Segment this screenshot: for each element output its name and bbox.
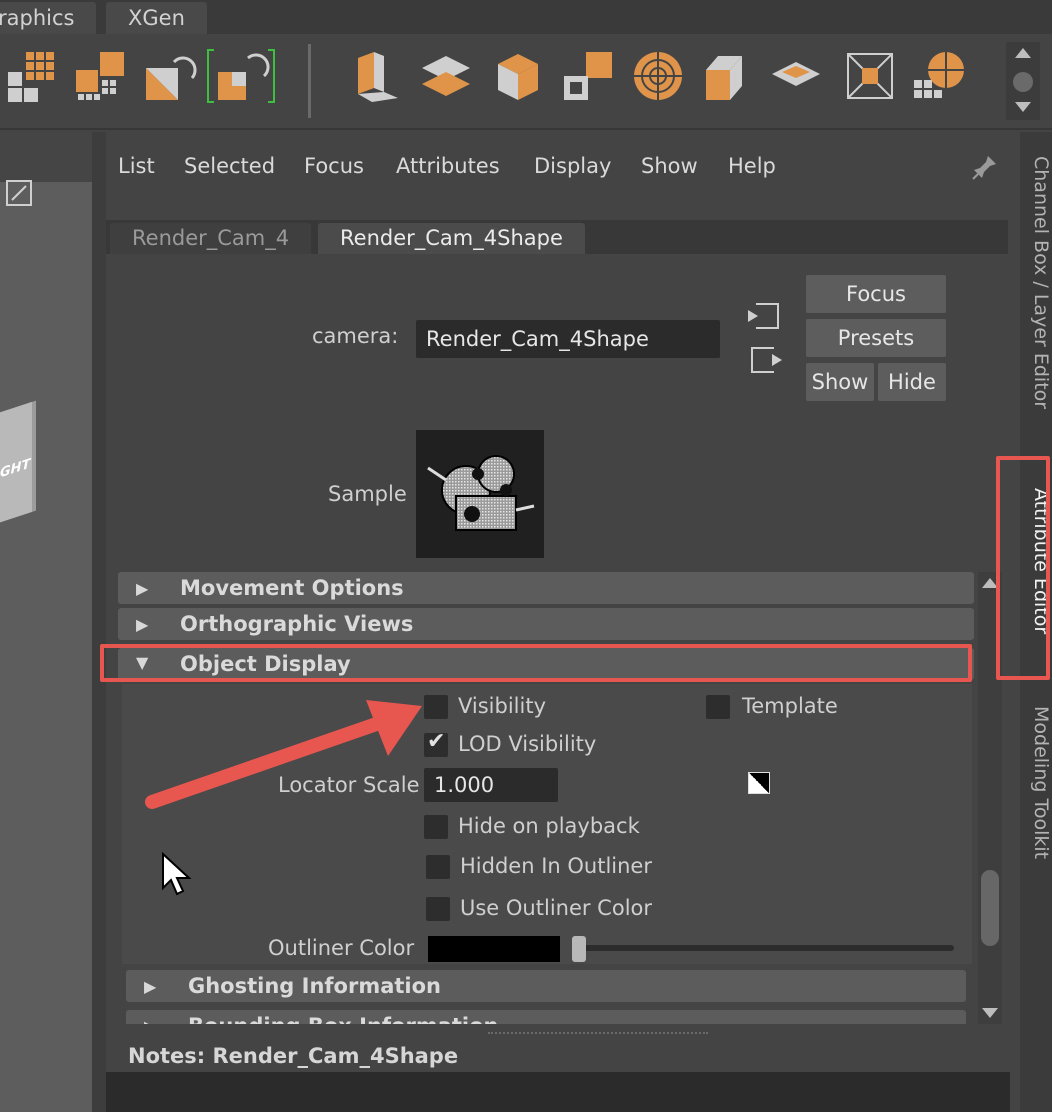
shelf-scroll-down-icon[interactable] xyxy=(1015,102,1031,112)
show-button[interactable]: Show xyxy=(806,363,874,401)
focus-button[interactable]: Focus xyxy=(806,275,946,313)
quadrangulate-icon[interactable] xyxy=(206,48,276,104)
smooth-icon[interactable] xyxy=(768,48,824,104)
menu-list[interactable]: List xyxy=(118,148,155,184)
subdivide-grid-alt-icon[interactable] xyxy=(74,48,130,104)
collapsed-triangle-icon: ▶ xyxy=(136,579,149,598)
section-title: Bounding Box Information xyxy=(188,1010,499,1024)
hidden-in-outliner-label: Hidden In Outliner xyxy=(460,854,652,878)
view-cube[interactable]: GHT xyxy=(0,401,32,533)
menu-focus[interactable]: Focus xyxy=(304,148,364,184)
camera-label: camera: xyxy=(312,324,399,348)
sample-swatch xyxy=(416,430,544,558)
section-orthographic-views[interactable]: ▶ Orthographic Views xyxy=(118,608,974,640)
map-button-icon[interactable] xyxy=(748,772,770,794)
menu-help[interactable]: Help xyxy=(728,148,776,184)
shelf-tab-graphics[interactable]: raphics xyxy=(0,2,97,34)
mouse-cursor-icon xyxy=(162,852,192,896)
menu-attributes[interactable]: Attributes xyxy=(396,148,500,184)
collapsed-triangle-icon: ▶ xyxy=(136,615,149,634)
extrude-icon[interactable] xyxy=(348,48,404,104)
triangulate-icon[interactable] xyxy=(142,48,198,104)
tab-modeling-toolkit[interactable]: Modeling Toolkit xyxy=(1020,706,1052,859)
image-plane-icon[interactable] xyxy=(6,180,32,206)
viewport-toolbar xyxy=(0,132,92,206)
section-title: Movement Options xyxy=(180,576,404,600)
menu-selected[interactable]: Selected xyxy=(184,148,275,184)
shelf-scroll-control[interactable] xyxy=(1006,42,1040,120)
outliner-color-label: Outliner Color xyxy=(268,936,415,960)
annotation-arrow-icon xyxy=(145,700,422,809)
section-title: Orthographic Views xyxy=(180,612,414,636)
shelf-scroll-up-icon[interactable] xyxy=(1015,48,1031,58)
shelf-toolbar xyxy=(0,34,1052,130)
bridge-icon[interactable] xyxy=(418,48,474,104)
section-movement-options[interactable]: ▶ Movement Options xyxy=(118,572,974,604)
multi-cut-icon[interactable] xyxy=(912,48,968,104)
ae-tab-row: Render_Cam_4 Render_Cam_4Shape xyxy=(106,220,1008,254)
outliner-color-swatch[interactable] xyxy=(428,936,560,962)
scrollbar-thumb[interactable] xyxy=(981,870,999,946)
menu-display[interactable]: Display xyxy=(534,148,611,184)
bevel-icon[interactable] xyxy=(490,48,546,104)
camera-sample-icon xyxy=(427,455,535,531)
notes-label: Notes: Render_Cam_4Shape xyxy=(128,1044,459,1068)
hide-on-playback-label: Hide on playback xyxy=(458,814,640,838)
viewport-panel: GHT xyxy=(0,132,92,1112)
mirror-icon[interactable] xyxy=(702,48,758,104)
use-outliner-color-checkbox[interactable] xyxy=(426,897,450,921)
tab-channel-box-layer-editor[interactable]: Channel Box / Layer Editor xyxy=(1020,156,1052,409)
use-outliner-color-label: Use Outliner Color xyxy=(460,896,653,920)
shelf-divider xyxy=(308,44,311,118)
template-checkbox[interactable] xyxy=(706,695,730,719)
lod-visibility-label: LOD Visibility xyxy=(458,732,597,756)
outliner-color-slider[interactable] xyxy=(574,945,954,951)
scroll-down-icon[interactable] xyxy=(982,1008,998,1018)
outliner-color-slider-handle[interactable] xyxy=(572,936,586,962)
view-cube-label: GHT xyxy=(0,456,31,482)
notes-textarea[interactable] xyxy=(106,1072,1010,1112)
presets-button[interactable]: Presets xyxy=(806,319,946,357)
notes-resize-handle[interactable] xyxy=(488,1032,708,1034)
template-label: Template xyxy=(742,694,838,718)
highlight-attribute-editor-tab xyxy=(996,456,1050,680)
menu-show[interactable]: Show xyxy=(641,148,698,184)
collapsed-triangle-icon: ▶ xyxy=(144,977,157,996)
center-pivot-icon[interactable] xyxy=(842,48,898,104)
hide-button[interactable]: Hide xyxy=(878,363,946,401)
highlight-object-display xyxy=(100,644,972,682)
collapsed-triangle-icon: ▶ xyxy=(144,1017,156,1024)
section-ghosting-information[interactable]: ▶ Ghosting Information xyxy=(126,970,966,1002)
target-weld-icon[interactable] xyxy=(630,48,686,104)
subdivide-grid-icon[interactable] xyxy=(6,48,62,104)
section-bounding-box-information[interactable]: ▶ Bounding Box Information xyxy=(126,1010,966,1024)
tab-render-cam-4shape[interactable]: Render_Cam_4Shape xyxy=(318,223,585,254)
shelf-tab-xgen[interactable]: XGen xyxy=(106,2,207,34)
pin-icon[interactable] xyxy=(970,152,1000,182)
hidden-in-outliner-checkbox[interactable] xyxy=(426,855,450,879)
camera-name-field[interactable]: Render_Cam_4Shape xyxy=(416,320,720,358)
visibility-label: Visibility xyxy=(458,694,547,718)
tab-render-cam-4[interactable]: Render_Cam_4 xyxy=(110,223,312,254)
sample-label: Sample xyxy=(328,482,407,506)
input-connection-icon[interactable] xyxy=(746,300,782,332)
shelf-scroll-dot xyxy=(1013,72,1033,92)
shelf-tab-bar: raphics XGen xyxy=(0,0,1052,34)
combine-icon[interactable] xyxy=(560,48,616,104)
section-title: Ghosting Information xyxy=(188,974,441,998)
output-connection-icon[interactable] xyxy=(748,344,784,376)
